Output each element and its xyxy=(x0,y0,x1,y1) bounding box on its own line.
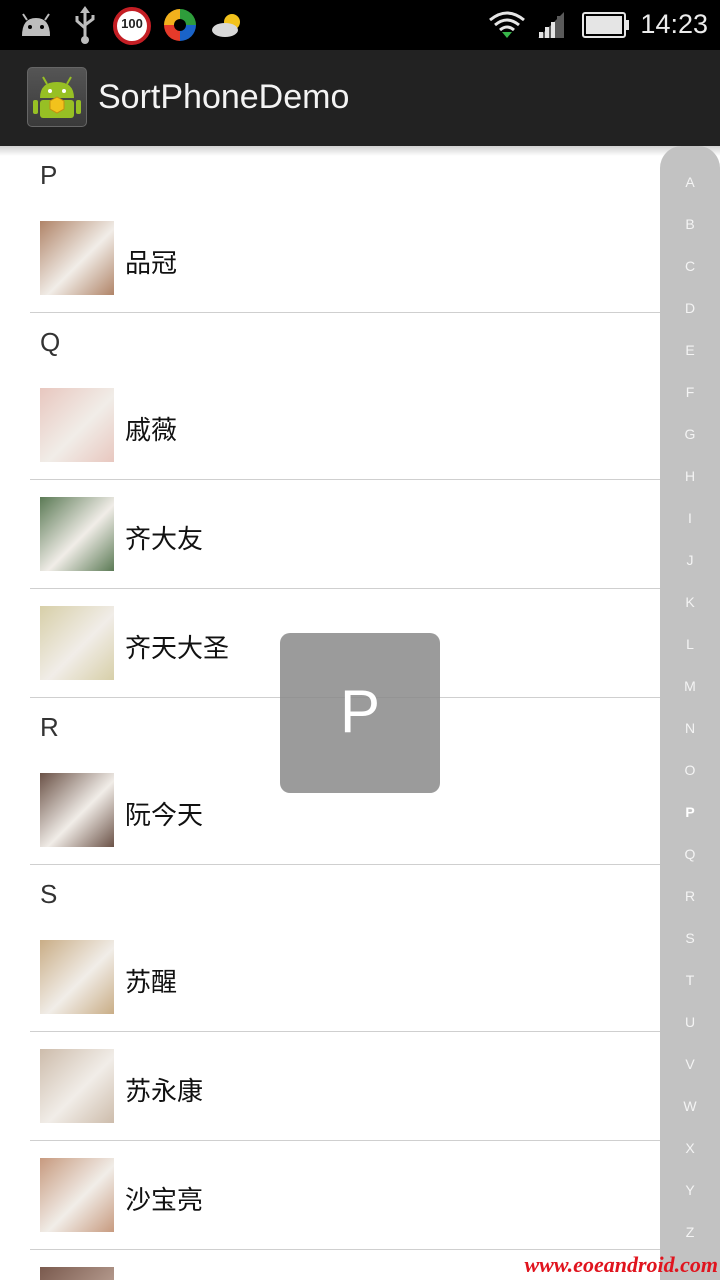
index-letter[interactable]: E xyxy=(660,342,720,358)
index-letter[interactable]: L xyxy=(660,636,720,652)
battery-icon xyxy=(582,12,629,38)
row-divider xyxy=(30,312,660,313)
index-letter[interactable]: A xyxy=(660,174,720,190)
index-letter[interactable]: X xyxy=(660,1140,720,1156)
row-divider xyxy=(30,1031,660,1032)
row-divider xyxy=(30,479,660,480)
index-letter[interactable]: Q xyxy=(660,846,720,862)
index-letter[interactable]: M xyxy=(660,678,720,694)
section-header-letter: P xyxy=(40,160,58,190)
weather-icon xyxy=(212,14,240,37)
alphabet-index-bar[interactable]: A B C D E F G H I J K L M N O P Q R S T U V W X Y Z xyxy=(660,146,720,1280)
android-app-icon[interactable] xyxy=(27,67,87,127)
contact-name[interactable]: 沙宝亮 xyxy=(125,1180,203,1217)
android-icon xyxy=(22,13,50,36)
contact-avatar xyxy=(40,940,114,1014)
index-letter[interactable]: B xyxy=(660,216,720,232)
contact-avatar xyxy=(40,773,114,847)
contact-name[interactable]: 齐天大圣 xyxy=(125,628,229,665)
app-title: SortPhoneDemo xyxy=(98,78,350,116)
status-bar: 100 14:23 xyxy=(0,0,720,50)
overlay-letter: P xyxy=(339,678,381,745)
index-letter[interactable]: W xyxy=(660,1098,720,1114)
contact-name[interactable]: 阮今天 xyxy=(125,795,203,832)
contact-name[interactable]: 苏永康 xyxy=(125,1071,203,1108)
contact-name[interactable]: 齐大友 xyxy=(125,519,203,556)
index-letter[interactable]: R xyxy=(660,888,720,904)
contact-name[interactable]: 戚薇 xyxy=(125,410,177,447)
index-letter[interactable]: V xyxy=(660,1056,720,1072)
contact-name[interactable]: 苏醒 xyxy=(125,962,177,999)
signal-icon xyxy=(538,12,564,38)
usb-icon xyxy=(75,6,95,44)
row-divider xyxy=(30,864,660,865)
index-letter[interactable]: C xyxy=(660,258,720,274)
index-letter[interactable]: D xyxy=(660,300,720,316)
contact-avatar xyxy=(40,606,114,680)
contact-name[interactable]: 品冠 xyxy=(125,243,177,280)
section-header-letter: R xyxy=(40,712,59,742)
letter-overlay: P xyxy=(280,633,440,793)
wifi-icon xyxy=(489,11,525,38)
index-letter[interactable]: P xyxy=(660,804,720,820)
app-circle-icon xyxy=(164,9,196,41)
section-header-letter: Q xyxy=(40,327,61,357)
action-bar: SortPhoneDemo xyxy=(0,50,720,146)
index-letter[interactable]: J xyxy=(660,552,720,568)
contact-avatar xyxy=(40,221,114,295)
contact-avatar xyxy=(40,1158,114,1232)
section-header-letter: S xyxy=(40,879,58,909)
index-letter[interactable]: K xyxy=(660,594,720,610)
index-letter[interactable]: U xyxy=(660,1014,720,1030)
index-letter[interactable]: O xyxy=(660,762,720,778)
index-letter[interactable]: S xyxy=(660,930,720,946)
status-time: 14:23 xyxy=(640,9,708,39)
index-letter[interactable]: Y xyxy=(660,1182,720,1198)
index-letter[interactable]: F xyxy=(660,384,720,400)
contact-avatar xyxy=(40,388,114,462)
row-divider xyxy=(30,1249,660,1250)
row-divider xyxy=(30,1140,660,1141)
index-letter[interactable]: N xyxy=(660,720,720,736)
contact-avatar xyxy=(40,1267,114,1280)
contact-avatar xyxy=(40,1049,114,1123)
contact-avatar xyxy=(40,497,114,571)
index-letter[interactable]: G xyxy=(660,426,720,442)
battery-badge-text: 100 xyxy=(121,16,143,31)
index-letter[interactable]: I xyxy=(660,510,720,526)
index-letter[interactable]: T xyxy=(660,972,720,988)
row-divider xyxy=(30,588,660,589)
watermark: www.eoeandroid.com xyxy=(524,1252,718,1277)
index-letter[interactable]: Z xyxy=(660,1224,720,1240)
index-letter[interactable]: H xyxy=(660,468,720,484)
